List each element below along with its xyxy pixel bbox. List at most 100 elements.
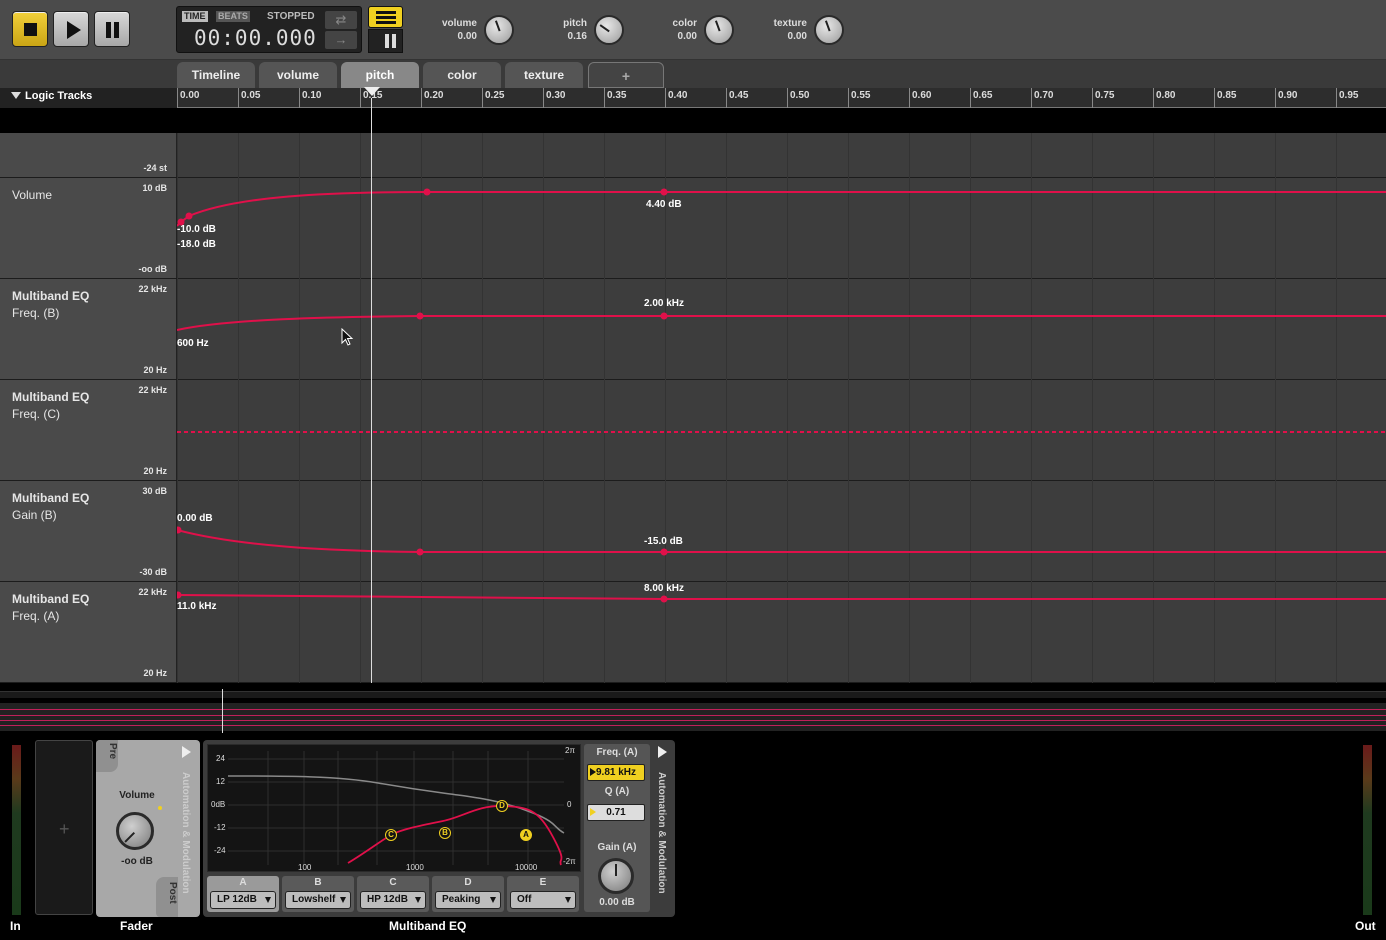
automation-curve[interactable] bbox=[177, 191, 1386, 227]
expand-arrow-icon[interactable] bbox=[182, 746, 191, 758]
automation-point[interactable] bbox=[660, 188, 668, 196]
loop-button[interactable]: ⇄ bbox=[325, 11, 357, 29]
eq-band-d[interactable]: D Peaking bbox=[432, 876, 504, 912]
tab-volume[interactable]: volume bbox=[259, 62, 337, 88]
ruler-label: 0.80 bbox=[1156, 90, 1176, 101]
eq-band-type-select[interactable]: Lowshelf bbox=[285, 891, 351, 909]
track-header[interactable]: Multiband EQ Freq. (C) 22 kHz 20 Hz bbox=[0, 380, 177, 480]
q-value-field[interactable]: 0.71 bbox=[587, 804, 645, 821]
tab-timeline[interactable]: Timeline bbox=[177, 62, 255, 88]
eq-band-point-c[interactable]: C bbox=[385, 829, 397, 841]
eq-band-type-select[interactable]: Off bbox=[510, 891, 576, 909]
track-row[interactable]: -24 st bbox=[0, 133, 1386, 178]
automation-lane[interactable] bbox=[177, 380, 1386, 481]
automation-point[interactable] bbox=[660, 312, 668, 320]
automation-modulation-label[interactable]: Automation & Modulation bbox=[656, 772, 667, 894]
tab-pitch[interactable]: pitch bbox=[341, 62, 419, 88]
play-small-icon bbox=[590, 808, 596, 816]
automation-lane[interactable] bbox=[177, 133, 1386, 178]
post-tab[interactable]: Post bbox=[156, 877, 178, 917]
eq-band-type: HP 12dB bbox=[367, 894, 408, 905]
follow-button[interactable]: → bbox=[325, 31, 357, 49]
freq-value-field[interactable]: 9.81 kHz bbox=[587, 764, 645, 781]
automation-modulation-label[interactable]: Automation & Modulation bbox=[180, 772, 191, 894]
gain-value: 0.00 dB bbox=[599, 897, 635, 908]
automation-point[interactable] bbox=[660, 595, 668, 603]
track-row[interactable]: Multiband EQ Freq. (A) 22 kHz 20 Hz 11.0 kHz… bbox=[0, 582, 1386, 683]
macro-knob-0[interactable] bbox=[484, 15, 514, 45]
list-icon bbox=[376, 11, 396, 14]
track-row[interactable]: Volume 10 dB -oo dB -10.0 dB -18.0 dB 4.40 dB bbox=[0, 178, 1386, 279]
automation-point[interactable] bbox=[177, 526, 182, 534]
automation-point[interactable] bbox=[177, 591, 182, 599]
range-max: 10 dB bbox=[142, 183, 167, 193]
track-header[interactable]: Multiband EQ Freq. (A) 22 kHz 20 Hz bbox=[0, 582, 177, 682]
add-device-slot[interactable]: + bbox=[35, 740, 93, 915]
eq-band-c[interactable]: C HP 12dB bbox=[357, 876, 429, 912]
eq-band-b[interactable]: B Lowshelf bbox=[282, 876, 354, 912]
gain-knob[interactable] bbox=[598, 858, 634, 894]
automation-lane[interactable]: 0.00 dB -15.0 dB bbox=[177, 481, 1386, 582]
time-mode-chip[interactable]: TIME bbox=[182, 11, 208, 22]
eq-band-point-d[interactable]: D bbox=[496, 800, 508, 812]
tab-color[interactable]: color bbox=[423, 62, 501, 88]
eq-band-e[interactable]: E Off bbox=[507, 876, 579, 912]
hold-button[interactable] bbox=[368, 29, 403, 53]
multiband-eq-device: 24 12 0dB -12 -24 100 1000 10000 2π 0 -2… bbox=[203, 740, 675, 917]
macro-label-1: pitch bbox=[563, 18, 587, 29]
track-header[interactable]: Multiband EQ Gain (B) 30 dB -30 dB bbox=[0, 481, 177, 581]
automation-lane[interactable]: 600 Hz 2.00 kHz bbox=[177, 279, 1386, 380]
ruler-label: 0.60 bbox=[912, 90, 932, 101]
time-ruler[interactable]: 0.00 0.05 0.10 0.15 0.20 0.25 0.30 0.35 0.40 0.45… bbox=[177, 88, 1386, 108]
pre-tab[interactable]: Pre bbox=[96, 740, 118, 772]
automation-lane[interactable]: 11.0 kHz 8.00 kHz bbox=[177, 582, 1386, 683]
automation-curve[interactable] bbox=[177, 594, 1386, 600]
automation-point[interactable] bbox=[416, 312, 424, 320]
macro-knob-2[interactable] bbox=[704, 15, 734, 45]
logic-tracks-toggle[interactable] bbox=[368, 6, 403, 28]
eq-band-type-select[interactable]: Peaking bbox=[435, 891, 501, 909]
track-header[interactable]: Volume 10 dB -oo dB bbox=[0, 178, 177, 278]
macro-knob-1[interactable] bbox=[594, 15, 624, 45]
eq-band-a[interactable]: A LP 12dB bbox=[207, 876, 279, 912]
track-header[interactable]: -24 st bbox=[0, 133, 177, 177]
fader-device: Pre Post Volume -oo dB Automation & Modu… bbox=[96, 740, 200, 917]
output-meter bbox=[1363, 745, 1372, 915]
ruler-tick bbox=[909, 88, 910, 108]
automation-point[interactable] bbox=[185, 212, 193, 220]
eq-response-graph[interactable]: 24 12 0dB -12 -24 100 1000 10000 2π 0 -2… bbox=[207, 744, 581, 872]
play-button[interactable] bbox=[53, 11, 89, 47]
automation-curve[interactable] bbox=[177, 529, 1386, 553]
pause-button[interactable] bbox=[94, 11, 130, 47]
tab-texture[interactable]: texture bbox=[505, 62, 583, 88]
track-row[interactable]: Multiband EQ Freq. (C) 22 kHz 20 Hz bbox=[0, 380, 1386, 481]
eq-band-point-b[interactable]: B bbox=[439, 827, 451, 839]
add-tab-button[interactable]: + bbox=[588, 62, 664, 88]
point-value-label: 2.00 kHz bbox=[644, 298, 685, 309]
track-row[interactable]: Multiband EQ Gain (B) 30 dB -30 dB 0.00 dB -1… bbox=[0, 481, 1386, 582]
logic-tracks-header[interactable]: Logic Tracks bbox=[0, 88, 177, 108]
automation-point[interactable] bbox=[416, 548, 424, 556]
expand-arrow-icon[interactable] bbox=[658, 746, 667, 758]
automation-point[interactable] bbox=[423, 188, 431, 196]
macro-knob-3[interactable] bbox=[814, 15, 844, 45]
ruler-label: 0.50 bbox=[790, 90, 810, 101]
stop-button[interactable] bbox=[12, 11, 48, 47]
track-header[interactable]: Multiband EQ Freq. (B) 22 kHz 20 Hz bbox=[0, 279, 177, 379]
automation-lane[interactable]: -10.0 dB -18.0 dB 4.40 dB bbox=[177, 178, 1386, 279]
automation-point[interactable] bbox=[660, 548, 668, 556]
eq-band-type-select[interactable]: LP 12dB bbox=[210, 891, 276, 909]
automation-curve[interactable] bbox=[177, 315, 1386, 331]
overview-strip[interactable] bbox=[0, 683, 1386, 737]
track-row[interactable]: Multiband EQ Freq. (B) 22 kHz 20 Hz 600 Hz 2.… bbox=[0, 279, 1386, 380]
playhead[interactable] bbox=[371, 98, 372, 685]
input-meter bbox=[12, 745, 21, 915]
fader-volume-knob[interactable] bbox=[116, 812, 154, 850]
ruler-label: 0.35 bbox=[607, 90, 627, 101]
eq-band-type-select[interactable]: HP 12dB bbox=[360, 891, 426, 909]
collapse-triangle-icon[interactable] bbox=[11, 92, 21, 99]
point-value-label: 4.40 dB bbox=[646, 199, 682, 210]
beats-mode-chip[interactable]: BEATS bbox=[216, 11, 250, 22]
eq-band-point-a[interactable]: A bbox=[520, 829, 532, 841]
playhead-marker-icon[interactable] bbox=[364, 87, 380, 96]
